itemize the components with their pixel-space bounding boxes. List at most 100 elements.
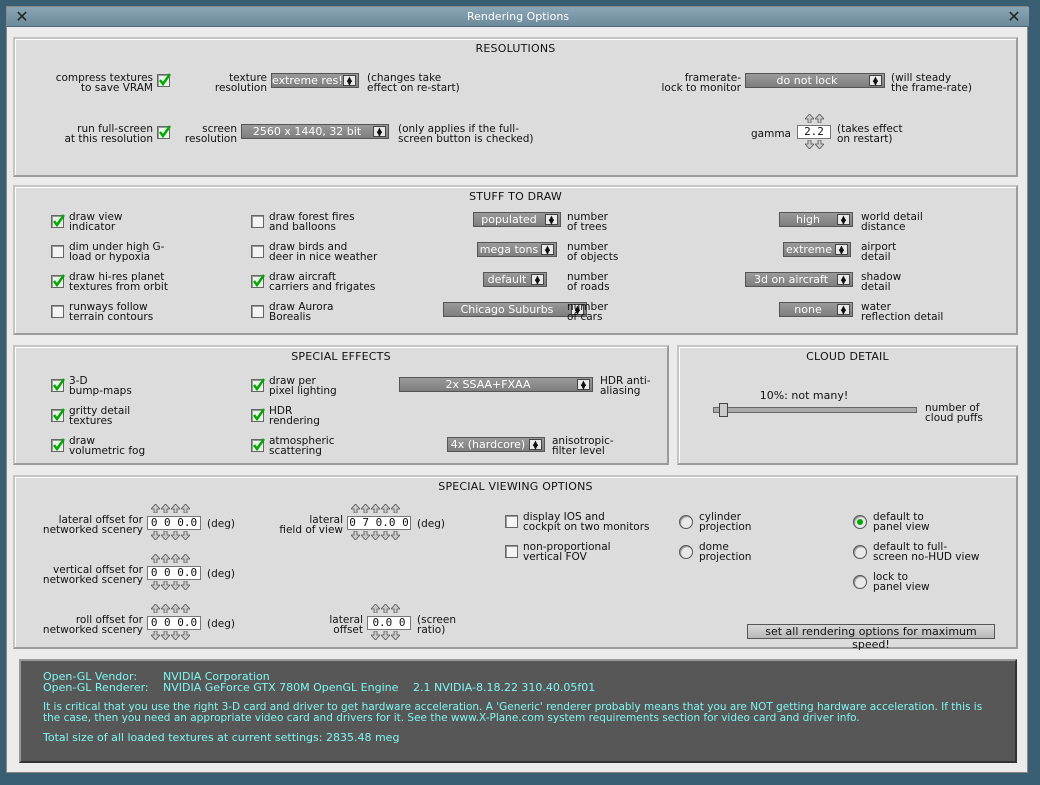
spin-up-icon[interactable] [381,604,390,613]
gamma-label: gamma [751,128,791,140]
detail-dropdown[interactable]: 3d on aircraft ▲ ▼ [745,272,853,287]
effect-checkbox[interactable] [51,437,65,452]
compress-textures-checkbox[interactable] [157,72,171,87]
spin-down-icon[interactable] [361,531,370,540]
spin-down-icon[interactable] [151,581,160,590]
spin-down-icon[interactable] [371,631,380,640]
draw-option-checkbox[interactable] [251,245,264,258]
effect-checkbox[interactable] [251,437,265,452]
default-full-screen-radio[interactable] [853,545,867,559]
spin-down-icon[interactable] [391,531,400,540]
spin-down-icon[interactable] [171,531,180,540]
lock-panel-view-radio[interactable] [853,575,867,589]
spin-up-icon[interactable] [171,504,180,513]
numeric-input[interactable]: 0 0 0.0 [147,566,201,580]
spin-up-icon[interactable] [371,604,380,613]
spin-up-icon[interactable] [151,604,160,613]
numeric-input[interactable]: 0 7 0.0 0 [347,516,411,530]
detail-dropdown[interactable]: none ▲ ▼ [779,302,853,317]
texture-resolution-dropdown[interactable]: extreme res! ▲ ▼ [271,73,359,88]
draw-count-dropdown[interactable]: default ▲ ▼ [483,272,547,287]
spin-down-icon[interactable] [151,531,160,540]
dropdown-value: do not lock [776,74,838,87]
spin-up-icon[interactable] [181,604,190,613]
spin-down-icon[interactable] [171,581,180,590]
spin-up-icon[interactable] [171,604,180,613]
dome-projection-label: dome projection [699,541,752,563]
spin-up-icon[interactable] [381,504,390,513]
spin-down-icon[interactable] [181,631,190,640]
draw-option-checkbox[interactable] [51,273,65,288]
spin-down-icon[interactable] [371,531,380,540]
spin-down-icon[interactable] [181,531,190,540]
effect-label: atmospheric scattering [269,435,335,457]
draw-count-label: number of objects [567,241,619,263]
spin-up-icon[interactable] [391,604,400,613]
spin-down-icon[interactable] [381,531,390,540]
spin-up-icon[interactable] [181,554,190,563]
draw-count-dropdown[interactable]: mega tons ▲ ▼ [477,242,557,257]
spin-down-icon[interactable] [391,631,400,640]
display-ios-checkbox[interactable] [505,515,518,528]
spin-up-icon[interactable] [371,504,380,513]
spin-up-icon[interactable] [151,554,160,563]
spin-up-icon[interactable] [805,114,814,123]
numeric-input[interactable]: 0 0 0.0 [147,616,201,630]
spin-up-icon[interactable] [161,504,170,513]
cloud-slider-knob[interactable] [718,403,728,417]
screen-resolution-label: screen resolution [184,123,237,145]
effect-label: gritty detail textures [69,405,131,427]
dropdown-value: 3d on aircraft [753,273,829,286]
spin-down-icon[interactable] [381,631,390,640]
spin-down-icon[interactable] [161,581,170,590]
cloud-slider-track[interactable] [713,407,917,413]
hdr-antialiasing-dropdown[interactable]: 2x SSAA+FXAA ▲ ▼ [399,377,593,392]
screen-resolution-dropdown[interactable]: 2560 x 1440, 32 bit ▲ ▼ [241,124,389,139]
effect-checkbox[interactable] [251,407,265,422]
maximum-speed-button[interactable]: set all rendering options for maximum sp… [747,624,995,651]
spin-down-icon[interactable] [181,581,190,590]
spin-up-icon[interactable] [351,504,360,513]
numeric-input[interactable]: 0 0 0.0 [147,516,201,530]
spin-up-icon[interactable] [361,504,370,513]
detail-dropdown[interactable]: high ▲ ▼ [779,212,853,227]
draw-option-checkbox[interactable] [51,213,65,228]
spin-down-icon[interactable] [151,631,160,640]
draw-count-dropdown[interactable]: populated ▲ ▼ [473,212,561,227]
draw-option-checkbox[interactable] [251,215,264,228]
draw-count-dropdown[interactable]: Chicago Suburbs ▲ ▼ [443,302,587,317]
default-panel-view-radio[interactable] [853,515,867,529]
dome-projection-radio[interactable] [679,545,693,559]
effect-checkbox[interactable] [51,377,65,392]
numeric-input[interactable]: 0.0 0 [367,616,411,630]
spin-down-icon[interactable] [351,531,360,540]
draw-option-checkbox[interactable] [51,245,64,258]
spin-up-icon[interactable] [151,504,160,513]
close-icon[interactable]: ✕ [13,8,31,26]
draw-option-checkbox[interactable] [51,305,64,318]
offset-label: lateral offset for networked scenery [42,514,143,536]
non-proportional-fov-checkbox[interactable] [505,545,518,558]
draw-option-checkbox[interactable] [251,305,264,318]
gamma-input[interactable]: 2.2 [797,125,831,139]
spin-up-icon[interactable] [815,114,824,123]
spin-down-icon[interactable] [805,140,814,149]
anisotropic-filter-dropdown[interactable]: 4x (hardcore) ▲ ▼ [447,437,545,452]
detail-dropdown[interactable]: extreme ▲ ▼ [783,242,851,257]
effect-checkbox[interactable] [251,377,265,392]
spin-up-icon[interactable] [391,504,400,513]
cylinder-projection-radio[interactable] [679,515,693,529]
spin-down-icon[interactable] [171,631,180,640]
spin-down-icon[interactable] [161,631,170,640]
spin-up-icon[interactable] [181,504,190,513]
spin-up-icon[interactable] [161,604,170,613]
effect-checkbox[interactable] [51,407,65,422]
spin-up-icon[interactable] [171,554,180,563]
spin-up-icon[interactable] [161,554,170,563]
section-title: RESOLUTIONS [475,42,556,55]
draw-option-checkbox[interactable] [251,273,265,288]
spin-down-icon[interactable] [815,140,824,149]
close-icon[interactable]: ✕ [1005,8,1023,26]
framerate-lock-dropdown[interactable]: do not lock ▲ ▼ [745,73,885,88]
spin-down-icon[interactable] [161,531,170,540]
